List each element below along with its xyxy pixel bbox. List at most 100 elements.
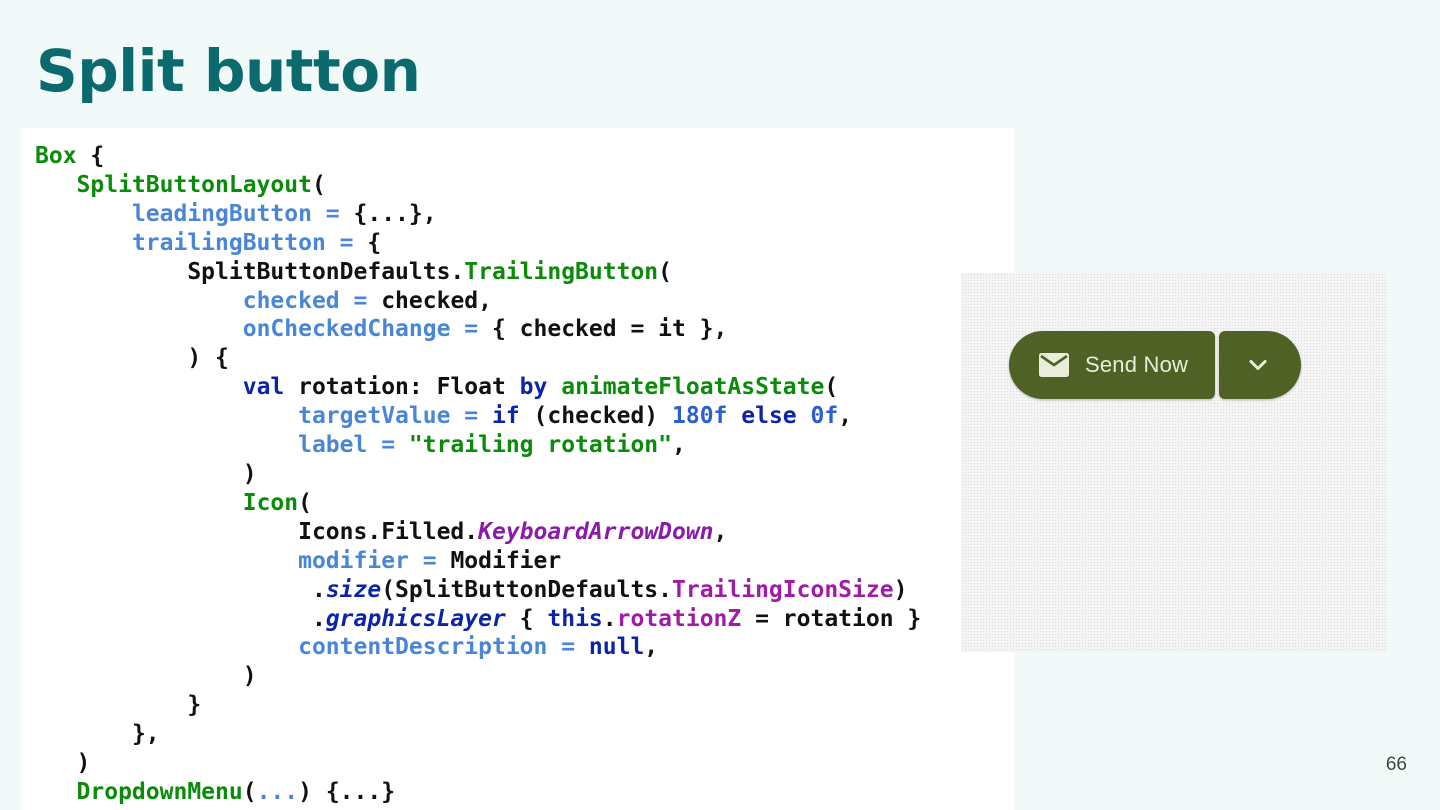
send-now-button[interactable]: Send Now [1009,331,1215,399]
code-token: Box [35,143,77,169]
code-line-18: contentDescription = null, [35,634,658,660]
code-line-9: val rotation: Float by animateFloatAsSta… [35,374,838,400]
split-button-preview: Send Now [961,273,1386,652]
code-token: by [519,374,548,401]
code-token: ( [658,258,673,285]
code-line-1: Box { [35,143,104,169]
code-token: , [713,518,728,545]
code-line-12: ) [35,461,257,487]
code-token: ) {...} [298,778,396,805]
split-button: Send Now [1009,331,1301,399]
code-token: Icon [242,489,299,516]
code-token: modifier = [298,547,451,574]
code-token: }, [131,721,160,748]
code-token: SplitButtonLayout [76,171,312,198]
code-token: "trailing rotation" [408,432,672,459]
code-token: ) [242,460,257,487]
code-token: DropdownMenu [76,778,243,805]
code-token: {...}, [353,200,437,227]
code-token: trailingButton = [131,229,368,256]
code-line-11: label = "trailing rotation", [35,432,686,458]
code-token: graphicsLayer [325,605,506,632]
code-token: onCheckedChange = [242,316,492,343]
code-token: ) { [187,345,229,372]
code-token: ... [256,778,299,805]
code-token: val [242,374,285,401]
code-line-13: Icon( [35,490,312,516]
code-token: ) [893,576,908,603]
code-line-5: SplitButtonDefaults.TrailingButton( [35,259,672,285]
code-line-8: ) { [35,345,229,371]
code-line-23: DropdownMenu(...) {...} [35,778,396,805]
code-line-20: } [35,692,201,718]
code-token: ( [298,489,312,516]
code-token: ( [824,374,839,401]
code-token: Modifier [450,547,562,574]
code-token: animateFloatAsState [561,374,825,401]
code-line-21: }, [35,721,160,747]
code-panel: Box { SplitButtonLayout( leadingButton =… [21,128,1014,810]
code-line-6: checked = checked, [35,288,492,314]
code-token: 180f [672,403,728,430]
code-token: ) [242,663,257,690]
chevron-down-icon [1249,360,1267,370]
code-token: (checked) [519,403,673,430]
code-line-7: onCheckedChange = { checked = it }, [35,316,728,343]
dropdown-toggle-button[interactable] [1219,331,1301,399]
code-token: 0f [810,403,839,430]
code-block: Box { SplitButtonLayout( leadingButton =… [35,142,921,807]
code-token: targetValue = [298,403,492,430]
code-token: , [644,634,659,661]
code-line-2: SplitButtonLayout( [35,172,326,198]
code-token: contentDescription = [298,634,589,661]
code-token: } [187,692,202,719]
send-now-label: Send Now [1085,352,1189,377]
code-token: ) [76,750,91,777]
code-line-4: trailingButton = { [35,230,381,256]
code-token: ( [311,171,326,198]
code-token: . [311,605,326,632]
code-token: null [588,634,645,661]
code-token: { [367,229,382,256]
mail-icon [1039,353,1069,377]
code-line-17: .graphicsLayer { this.rotationZ = rotati… [35,606,921,632]
slide-title: Split button [36,37,421,105]
code-token: { [76,143,105,169]
code-line-16: .size(SplitButtonDefaults.TrailingIconSi… [35,577,907,603]
page-number: 66 [1385,754,1407,775]
code-token: size [325,576,382,603]
code-line-3: leadingButton = {...}, [35,201,437,227]
code-token: label = [298,432,409,459]
code-token: checked, [381,287,492,314]
code-line-14: Icons.Filled.KeyboardArrowDown, [35,519,727,545]
code-token: this [547,605,603,632]
code-line-22: ) [35,750,91,777]
code-token: { checked = it }, [491,316,728,343]
code-token: rotationZ [616,605,742,632]
code-token: TrailingIconSize [672,576,894,603]
code-token: ( [242,778,257,805]
code-token: leadingButton = [131,200,354,227]
code-line-15: modifier = Modifier [35,548,561,574]
